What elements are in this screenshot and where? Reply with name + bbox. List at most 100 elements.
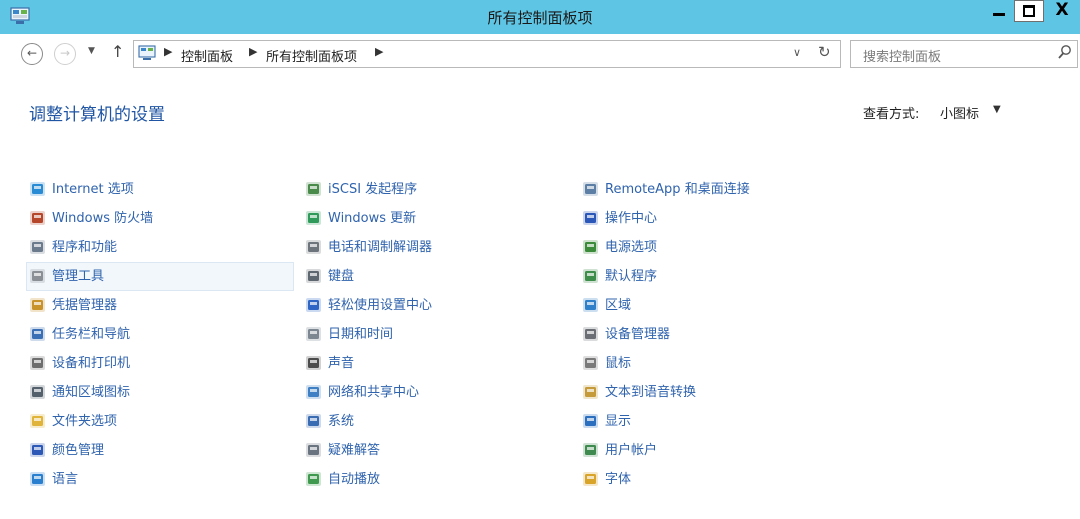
control-panel-item-label[interactable]: iSCSI 发起程序 xyxy=(328,182,417,197)
control-panel-item[interactable]: 系统 xyxy=(302,407,570,436)
breadcrumb-separator[interactable]: ▶ xyxy=(375,45,383,58)
maximize-icon xyxy=(1023,5,1035,17)
control-panel-item[interactable]: 默认程序 xyxy=(579,262,847,291)
control-panel-item[interactable]: 文件夹选项 xyxy=(26,407,294,436)
control-panel-item[interactable]: 语言 xyxy=(26,465,294,494)
control-panel-item-label[interactable]: 管理工具 xyxy=(52,269,104,284)
control-panel-item-label[interactable]: 用户帐户 xyxy=(605,443,657,458)
control-panel-item-label[interactable]: Windows 更新 xyxy=(328,211,416,226)
items-column-1: Internet 选项 Windows 防火墙 程序和功能管理工具凭据管理器任务栏和… xyxy=(26,175,294,494)
control-panel-item[interactable]: 设备管理器 xyxy=(579,320,847,349)
phone-modem-icon xyxy=(306,240,321,254)
control-panel-item[interactable]: 自动播放 xyxy=(302,465,570,494)
control-panel-item[interactable]: RemoteApp 和桌面连接 xyxy=(579,175,847,204)
back-button[interactable]: ← xyxy=(21,43,43,65)
chevron-down-icon[interactable]: ▼ xyxy=(993,104,1001,115)
recent-locations-dropdown[interactable]: ▼ xyxy=(88,46,95,56)
control-panel-item-label[interactable]: 网络和共享中心 xyxy=(328,385,419,400)
fonts-icon xyxy=(583,472,598,486)
up-button[interactable]: ↑ xyxy=(111,42,124,61)
control-panel-item[interactable]: 电话和调制解调器 xyxy=(302,233,570,262)
breadcrumb-control-panel[interactable]: 控制面板 xyxy=(181,46,233,65)
minimize-button[interactable] xyxy=(984,0,1014,22)
control-panel-item[interactable]: 轻松使用设置中心 xyxy=(302,291,570,320)
control-panel-item-label[interactable]: 键盘 xyxy=(328,269,354,284)
control-panel-item-label[interactable]: 轻松使用设置中心 xyxy=(328,298,432,313)
control-panel-item[interactable]: 凭据管理器 xyxy=(26,291,294,320)
control-panel-item[interactable]: Internet 选项 xyxy=(26,175,294,204)
control-panel-item[interactable]: 设备和打印机 xyxy=(26,349,294,378)
refresh-button[interactable]: ↻ xyxy=(818,43,831,61)
control-panel-item[interactable]: 日期和时间 xyxy=(302,320,570,349)
control-panel-item-label[interactable]: RemoteApp 和桌面连接 xyxy=(605,182,750,197)
control-panel-item[interactable]: 程序和功能 xyxy=(26,233,294,262)
breadcrumb-separator[interactable]: ▶ xyxy=(249,45,257,58)
control-panel-item-label[interactable]: 疑难解答 xyxy=(328,443,380,458)
breadcrumb-separator[interactable]: ▶ xyxy=(164,45,172,58)
device-manager-icon xyxy=(583,327,598,341)
control-panel-item-label[interactable]: Internet 选项 xyxy=(52,182,134,197)
control-panel-item-label[interactable]: 声音 xyxy=(328,356,354,371)
control-panel-item-label[interactable]: 颜色管理 xyxy=(52,443,104,458)
control-panel-item[interactable]: 颜色管理 xyxy=(26,436,294,465)
maximize-button[interactable] xyxy=(1014,0,1044,22)
control-panel-item[interactable]: 网络和共享中心 xyxy=(302,378,570,407)
control-panel-item[interactable]: 键盘 xyxy=(302,262,570,291)
control-panel-item[interactable]: 管理工具 xyxy=(26,262,294,291)
control-panel-item[interactable]: 电源选项 xyxy=(579,233,847,262)
control-panel-item-label[interactable]: 设备和打印机 xyxy=(52,356,130,371)
control-panel-item[interactable]: 用户帐户 xyxy=(579,436,847,465)
control-panel-item-label[interactable]: 显示 xyxy=(605,414,631,429)
search-input[interactable]: 搜索控制面板 xyxy=(863,46,941,65)
control-panel-item-label[interactable]: 文件夹选项 xyxy=(52,414,117,429)
datetime-icon xyxy=(306,327,321,341)
forward-button[interactable]: → xyxy=(54,43,76,65)
control-panel-item-label[interactable]: 凭据管理器 xyxy=(52,298,117,313)
control-panel-item[interactable]: 任务栏和导航 xyxy=(26,320,294,349)
control-panel-item-label[interactable]: 程序和功能 xyxy=(52,240,117,255)
credential-icon xyxy=(30,298,45,312)
items-column-2: iSCSI 发起程序 Windows 更新电话和调制解调器 键盘轻松使用设置中心 日期… xyxy=(302,175,570,494)
control-panel-item[interactable]: Windows 更新 xyxy=(302,204,570,233)
control-panel-item-label[interactable]: 日期和时间 xyxy=(328,327,393,342)
control-panel-item[interactable]: 声音 xyxy=(302,349,570,378)
address-dropdown-button[interactable]: ∨ xyxy=(793,46,801,59)
control-panel-item-label[interactable]: 鼠标 xyxy=(605,356,631,371)
search-icon[interactable] xyxy=(1057,44,1073,62)
control-panel-item[interactable]: 区域 xyxy=(579,291,847,320)
control-panel-item[interactable]: 鼠标 xyxy=(579,349,847,378)
notification-icon xyxy=(30,385,45,399)
control-panel-item-label[interactable]: 默认程序 xyxy=(605,269,657,284)
control-panel-item-label[interactable]: 文本到语音转换 xyxy=(605,385,696,400)
items-column-3: RemoteApp 和桌面连接 操作中心电源选项默认程序区域设备管理器鼠标文本到语… xyxy=(579,175,847,494)
control-panel-item[interactable]: 字体 xyxy=(579,465,847,494)
control-panel-item-label[interactable]: 语言 xyxy=(52,472,78,487)
control-panel-item-label[interactable]: 任务栏和导航 xyxy=(52,327,130,342)
control-panel-item-label[interactable]: 操作中心 xyxy=(605,211,657,226)
title-bar: 所有控制面板项 X xyxy=(0,0,1080,34)
control-panel-item-label[interactable]: 电源选项 xyxy=(605,240,657,255)
control-panel-item[interactable]: 操作中心 xyxy=(579,204,847,233)
control-panel-item[interactable]: Windows 防火墙 xyxy=(26,204,294,233)
control-panel-item-label[interactable]: Windows 防火墙 xyxy=(52,211,153,226)
close-button[interactable]: X xyxy=(1044,0,1080,22)
language-icon xyxy=(30,472,45,486)
control-panel-item-label[interactable]: 区域 xyxy=(605,298,631,313)
control-panel-item[interactable]: 文本到语音转换 xyxy=(579,378,847,407)
search-box[interactable]: 搜索控制面板 xyxy=(850,40,1078,68)
control-panel-item[interactable]: 疑难解答 xyxy=(302,436,570,465)
control-panel-item-label[interactable]: 自动播放 xyxy=(328,472,380,487)
control-panel-item[interactable]: 显示 xyxy=(579,407,847,436)
control-panel-item[interactable]: 通知区域图标 xyxy=(26,378,294,407)
control-panel-item-label[interactable]: 字体 xyxy=(605,472,631,487)
control-panel-item-label[interactable]: 系统 xyxy=(328,414,354,429)
user-accounts-icon xyxy=(583,443,598,457)
control-panel-item-label[interactable]: 电话和调制解调器 xyxy=(328,240,432,255)
view-by-dropdown[interactable]: 小图标 xyxy=(940,103,979,122)
breadcrumb-all-items[interactable]: 所有控制面板项 xyxy=(266,46,357,65)
address-bar[interactable]: ▶ 控制面板 ▶ 所有控制面板项 ▶ ∨ ↻ xyxy=(133,40,841,68)
control-panel-item[interactable]: iSCSI 发起程序 xyxy=(302,175,570,204)
control-panel-item-label[interactable]: 设备管理器 xyxy=(605,327,670,342)
taskbar-icon xyxy=(30,327,45,341)
control-panel-item-label[interactable]: 通知区域图标 xyxy=(52,385,130,400)
